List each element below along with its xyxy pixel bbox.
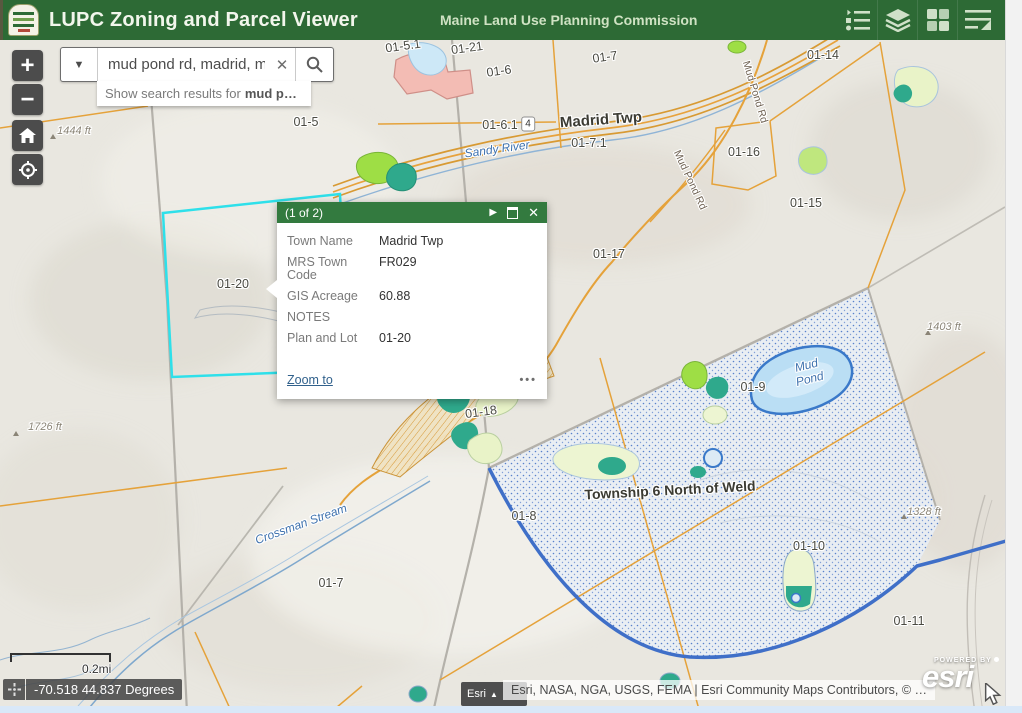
app-header: LUPC Zoning and Parcel Viewer Maine Land… [0, 0, 1005, 40]
app-title: LUPC Zoning and Parcel Viewer [49, 9, 358, 32]
field-label: Plan and Lot [287, 332, 379, 345]
popup-footer: Zoom to ••• [277, 359, 547, 399]
zoom-in-button[interactable]: + [12, 50, 43, 81]
scale-bar-line [10, 653, 111, 662]
popup-dock-button[interactable] [507, 207, 518, 219]
popup-row-gis-acreage: GIS Acreage 60.88 [287, 290, 537, 303]
search-submit-button[interactable] [295, 48, 333, 81]
layers-icon [885, 8, 911, 32]
lupc-viewer-app: 01-5.101-2101-601-701-501-6.14Madrid Twp… [0, 0, 1022, 713]
esri-globe-dot [994, 657, 999, 662]
popup-row-mrs-town-code: MRS Town Code FR029 [287, 256, 537, 282]
field-value: 60.88 [379, 290, 410, 303]
suggestion-prefix: Show search results for [105, 86, 241, 101]
popup-close-button[interactable]: ✕ [528, 208, 539, 218]
locate-icon [19, 161, 37, 179]
suggestion-term: mud p… [245, 86, 297, 101]
popup-row-plan-and-lot: Plan and Lot 01-20 [287, 332, 537, 345]
search-icon [306, 56, 323, 73]
search-clear-button[interactable]: ✕ [269, 48, 295, 81]
basemap-gallery-button[interactable] [917, 0, 957, 40]
field-label: GIS Acreage [287, 290, 379, 303]
coordinate-capture-button[interactable] [3, 679, 25, 700]
scale-bar: 0.2mi [10, 653, 120, 676]
field-label: Town Name [287, 235, 379, 248]
home-icon [19, 128, 36, 143]
mouse-cursor [984, 683, 1002, 705]
right-margin [1005, 0, 1022, 706]
caret-up-icon: ▲ [490, 690, 498, 699]
layers-button[interactable] [877, 0, 917, 40]
scale-bar-label: 0.2mi [82, 662, 120, 676]
app-subtitle: Maine Land Use Planning Commission [440, 12, 697, 28]
dock-icon [507, 207, 518, 219]
field-value: FR029 [379, 256, 417, 282]
coordinate-widget: -70.518 44.837 Degrees [3, 679, 182, 700]
header-toolbar [838, 0, 997, 40]
field-label: NOTES [287, 311, 379, 324]
popup-row-town-name: Town Name Madrid Twp [287, 235, 537, 248]
zoom-out-button[interactable]: − [12, 84, 43, 115]
basemap-gallery-icon [926, 8, 950, 32]
zoom-to-link[interactable]: Zoom to [287, 373, 333, 387]
lupc-logo [8, 4, 39, 36]
search-suggestion[interactable]: Show search results for mud p… [97, 81, 311, 106]
field-label: MRS Town Code [287, 256, 379, 282]
popup-next-button[interactable]: ▶ [489, 208, 497, 218]
search-source-dropdown[interactable]: ▼ [61, 48, 98, 81]
bottom-edge [0, 706, 1022, 713]
popup-body: Town Name Madrid Twp MRS Town Code FR029… [277, 223, 547, 359]
locate-button[interactable] [12, 154, 43, 185]
popup-header: (1 of 2) ▶ ✕ [277, 202, 547, 223]
overview-button[interactable] [957, 0, 997, 40]
crosshair-icon [8, 683, 21, 696]
attribution-bar: Esri, NASA, NGA, USGS, FEMA | Esri Commu… [503, 680, 935, 700]
search-widget: ▼ ✕ [60, 47, 334, 82]
coordinate-readout: -70.518 44.837 Degrees [26, 679, 182, 700]
attribution-text: Esri, NASA, NGA, USGS, FEMA | Esri Commu… [511, 683, 927, 697]
popup-row-notes: NOTES [287, 311, 537, 324]
home-button[interactable] [12, 120, 43, 151]
field-value: 01-20 [379, 332, 411, 345]
field-value: Madrid Twp [379, 235, 443, 248]
popup-tail [266, 280, 277, 298]
overview-icon [965, 9, 991, 31]
popup-pager: (1 of 2) [285, 206, 479, 220]
popup-more-button[interactable]: ••• [519, 374, 537, 386]
feature-popup: (1 of 2) ▶ ✕ Town Name Madrid Twp MRS To… [277, 202, 547, 399]
legend-button[interactable] [838, 0, 877, 40]
search-input[interactable] [98, 48, 269, 81]
legend-icon [846, 9, 870, 31]
attribution-expander-label: Esri [467, 688, 486, 700]
